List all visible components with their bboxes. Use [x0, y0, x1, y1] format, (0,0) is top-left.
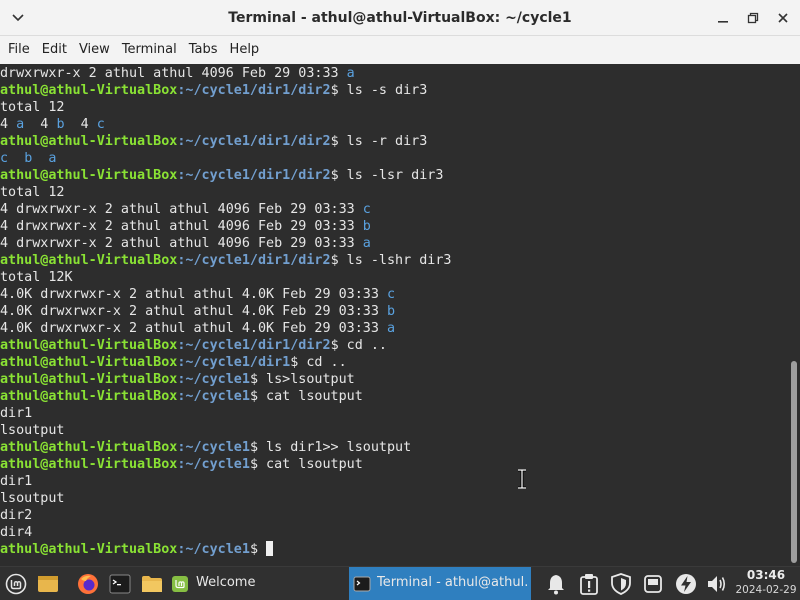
shield-icon[interactable]: [609, 572, 633, 596]
output-line: dir1: [0, 474, 33, 489]
clock[interactable]: 03:46 2024-02-29: [734, 568, 798, 598]
show-desktop-icon[interactable]: [36, 572, 60, 596]
taskbar: Welcome Terminal - athul@athul... 03:46 …: [0, 566, 800, 600]
text-cursor: [266, 541, 274, 556]
close-button[interactable]: [774, 9, 792, 27]
menu-edit[interactable]: Edit: [36, 36, 73, 64]
output-line: 4 drwxrwxr-x 2 athul athul 4096 Feb 29 0…: [0, 219, 371, 234]
removable-drive-icon[interactable]: [641, 572, 665, 596]
window-titlebar: Terminal - athul@athul-VirtualBox: ~/cyc…: [0, 0, 800, 36]
output-line: lsoutput: [0, 491, 65, 506]
taskbar-welcome-label[interactable]: Welcome: [196, 566, 336, 600]
prompt-line: athul@athul-VirtualBox:~/cycle1$ cat lso…: [0, 457, 363, 472]
taskbar-terminal-label: Terminal - athul@athul...: [377, 575, 529, 590]
minimize-button[interactable]: [714, 9, 732, 27]
welcome-icon[interactable]: [168, 572, 192, 596]
output-line: total 12: [0, 100, 65, 115]
output-line: dir1: [0, 406, 33, 421]
prompt-line: athul@athul-VirtualBox:~/cycle1/dir1/dir…: [0, 168, 444, 183]
vertical-scrollbar[interactable]: [788, 64, 800, 566]
menu-tabs[interactable]: Tabs: [183, 36, 224, 64]
prompt-line: athul@athul-VirtualBox:~/cycle1$ cat lso…: [0, 389, 363, 404]
output-line: drwxrwxr-x 2 athul athul 4096 Feb 29 03:…: [0, 66, 355, 81]
output-line: 4 drwxrwxr-x 2 athul athul 4096 Feb 29 0…: [0, 202, 371, 217]
mint-menu-icon[interactable]: [4, 572, 28, 596]
prompt-line: athul@athul-VirtualBox:~/cycle1/dir1/dir…: [0, 83, 428, 98]
clock-time: 03:46: [746, 568, 786, 582]
output-line: 4 a 4 b 4 c: [0, 117, 105, 132]
update-manager-icon[interactable]: [577, 572, 601, 596]
prompt-line: athul@athul-VirtualBox:~/cycle1$ ls>lsou…: [0, 372, 355, 387]
output-line: 4 drwxrwxr-x 2 athul athul 4096 Feb 29 0…: [0, 236, 371, 251]
window-title: Terminal - athul@athul-VirtualBox: ~/cyc…: [228, 10, 572, 26]
prompt-line: athul@athul-VirtualBox:~/cycle1/dir1/dir…: [0, 338, 387, 353]
scrollbar-thumb[interactable]: [791, 361, 797, 563]
terminal-output[interactable]: drwxrwxr-x 2 athul athul 4096 Feb 29 03:…: [0, 64, 788, 566]
network-icon[interactable]: [674, 572, 698, 596]
active-prompt-line[interactable]: athul@athul-VirtualBox:~/cycle1$: [0, 541, 788, 558]
menubar: File Edit View Terminal Tabs Help: [0, 36, 800, 64]
output-line: lsoutput: [0, 423, 65, 438]
output-line: c b a: [0, 151, 57, 166]
menu-help[interactable]: Help: [224, 36, 266, 64]
output-line: total 12: [0, 185, 65, 200]
output-line: 4.0K drwxrwxr-x 2 athul athul 4.0K Feb 2…: [0, 304, 396, 319]
firefox-icon[interactable]: [76, 572, 100, 596]
notifications-icon[interactable]: [544, 572, 568, 596]
terminal-icon[interactable]: [108, 572, 132, 596]
output-line: dir2: [0, 508, 33, 523]
prompt-line: athul@athul-VirtualBox:~/cycle1/dir1/dir…: [0, 253, 452, 268]
output-line: 4.0K drwxrwxr-x 2 athul athul 4.0K Feb 2…: [0, 321, 396, 336]
prompt-line: athul@athul-VirtualBox:~/cycle1/dir1$ cd…: [0, 355, 347, 370]
files-icon[interactable]: [140, 572, 164, 596]
maximize-button[interactable]: [744, 9, 762, 27]
menu-terminal[interactable]: Terminal: [116, 36, 183, 64]
taskbar-terminal-app-icon: [350, 572, 374, 596]
output-line: dir4: [0, 525, 33, 540]
output-line: 4.0K drwxrwxr-x 2 athul athul 4.0K Feb 2…: [0, 287, 396, 302]
output-line: total 12K: [0, 270, 73, 285]
mouse-ibeam-cursor-icon: [516, 468, 528, 490]
prompt-line: athul@athul-VirtualBox:~/cycle1$ ls dir1…: [0, 440, 412, 455]
clock-date: 2024-02-29: [735, 584, 797, 596]
menu-file[interactable]: File: [2, 36, 36, 64]
menu-view[interactable]: View: [73, 36, 116, 64]
prompt-line: athul@athul-VirtualBox:~/cycle1/dir1/dir…: [0, 134, 428, 149]
volume-icon[interactable]: [705, 572, 729, 596]
